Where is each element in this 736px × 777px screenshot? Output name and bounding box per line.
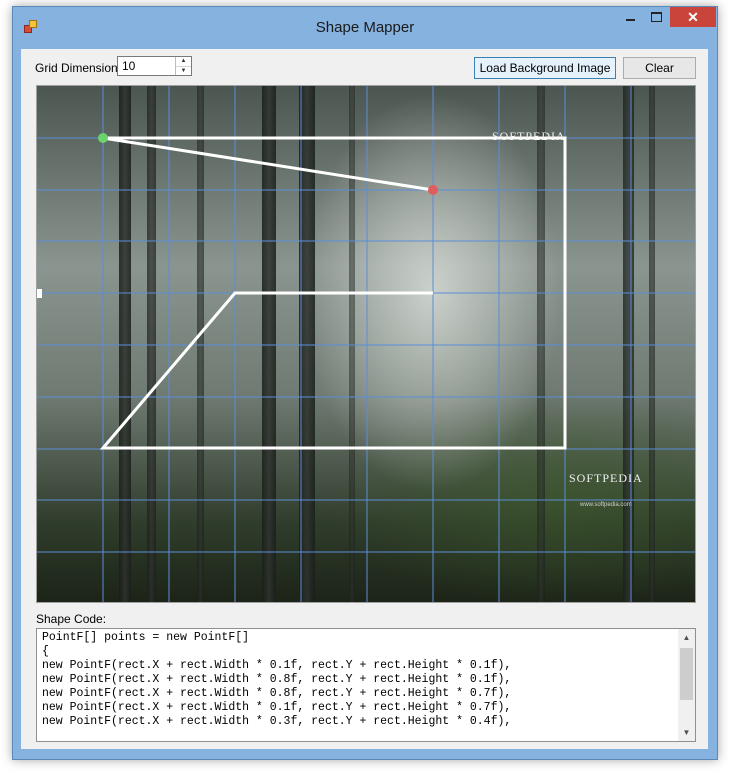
minimize-icon <box>625 19 635 21</box>
softpedia-url: www.softpedia.com <box>580 502 632 508</box>
scroll-down-icon[interactable]: ▼ <box>678 724 695 741</box>
maximize-icon <box>650 12 662 22</box>
maximize-button[interactable] <box>643 7 669 27</box>
grid-overlay <box>37 86 695 602</box>
clear-button[interactable]: Clear <box>623 57 696 79</box>
rubber-band-line <box>102 136 434 192</box>
current-point-marker <box>428 185 438 195</box>
code-line: new PointF(rect.X + rect.Width * 0.1f, r… <box>42 659 512 672</box>
window-title: Shape Mapper <box>315 19 415 36</box>
code-line: PointF[] points = new PointF[] <box>42 631 250 644</box>
grid-dimension-spinner[interactable]: 10 ▲ ▼ <box>117 56 192 76</box>
code-line: new PointF(rect.X + rect.Width * 0.8f, r… <box>42 687 512 700</box>
app-window: Shape Mapper ✕ Grid Dimension 10 ▲ ▼ Loa… <box>12 6 718 760</box>
shape-canvas[interactable]: SOFTPEDIA SOFTPEDIA www.softpedia.com <box>36 85 696 603</box>
spin-down-icon[interactable]: ▼ <box>176 67 191 76</box>
grid-dimension-value[interactable]: 10 <box>122 59 135 73</box>
grid-lines <box>37 86 695 602</box>
shape-code-text[interactable]: PointF[] points = new PointF[]{new Point… <box>42 631 511 729</box>
start-point-marker <box>98 133 108 143</box>
grid-dimension-label: Grid Dimension <box>35 61 118 75</box>
title-bar[interactable]: Shape Mapper ✕ <box>13 7 717 49</box>
close-button[interactable]: ✕ <box>670 7 716 27</box>
close-icon: ✕ <box>687 8 699 25</box>
shape-code-textbox[interactable]: PointF[] points = new PointF[]{new Point… <box>36 628 696 742</box>
resize-handle[interactable] <box>37 289 42 298</box>
code-line: new PointF(rect.X + rect.Width * 0.1f, r… <box>42 701 512 714</box>
code-scrollbar[interactable]: ▲ ▼ <box>678 629 695 741</box>
softpedia-watermark: SOFTPEDIA <box>569 471 643 485</box>
code-line: new PointF(rect.X + rect.Width * 0.8f, r… <box>42 673 512 686</box>
shape-code-label: Shape Code: <box>36 612 107 626</box>
client-area: Grid Dimension 10 ▲ ▼ Load Background Im… <box>21 49 708 749</box>
spin-up-icon[interactable]: ▲ <box>176 57 191 67</box>
minimize-button[interactable] <box>617 7 643 27</box>
scroll-thumb[interactable] <box>680 648 693 700</box>
scroll-up-icon[interactable]: ▲ <box>678 629 695 646</box>
code-line: { <box>42 645 49 658</box>
softpedia-watermark: SOFTPEDIA <box>492 129 566 143</box>
load-background-image-button[interactable]: Load Background Image <box>474 57 616 79</box>
code-line: new PointF(rect.X + rect.Width * 0.3f, r… <box>42 715 512 728</box>
